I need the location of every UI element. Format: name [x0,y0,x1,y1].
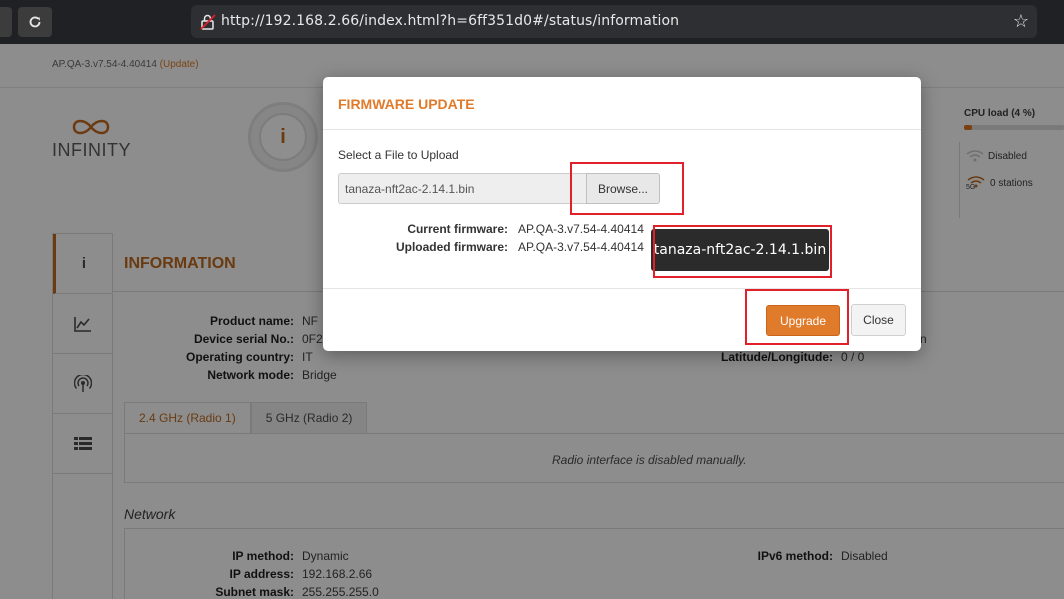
firmware-update-modal: FIRMWARE UPDATE Select a File to Upload … [323,77,921,351]
reload-button[interactable] [18,7,52,37]
sidebar-item-statistics[interactable] [53,294,112,354]
wifi-5g-badge: 5G [966,184,976,191]
sidebar-item-information[interactable]: i [53,234,112,294]
ipv6-method-row: IPv6 method: Disabled [757,549,888,563]
logo-text: INFINITY [52,140,131,160]
serial-row: Device serial No.: 0F2 [193,332,323,346]
current-firmware-row: Current firmware: AP.QA-3.v7.54-4.40414 [407,222,644,236]
ip-method-row: IP method: Dynamic [232,549,349,563]
tab-radio-2[interactable]: 5 GHz (Radio 2) [250,402,368,434]
list-icon [73,436,92,450]
subnet-row: Subnet mask: 255.255.255.0 [215,585,379,599]
back-button[interactable] [0,7,12,37]
firmware-version: AP.QA-3.v7.54-4.40414 (Update) [52,59,199,70]
modal-footer-divider [323,288,921,289]
network-section-title: Network [124,506,176,522]
bookmark-star-icon[interactable]: ☆ [1013,11,1029,32]
cpu-load-fill [964,125,972,130]
filename-tooltip: tanaza-nft2ac-2.14.1.bin [651,229,829,271]
sidebar: i [52,233,113,599]
chart-icon [73,316,91,332]
uploaded-firmware-row: Uploaded firmware: AP.QA-3.v7.54-4.40414 [395,240,644,254]
modal-header: FIRMWARE UPDATE [323,77,921,130]
network-mode-row: Network mode: Bridge [207,368,337,382]
url-text: http://192.168.2.66/index.html?h=6ff351d… [221,13,680,29]
section-title: INFORMATION [124,255,236,272]
wifi-5-status: 5G 0 stations [966,175,1033,191]
reload-icon [29,16,41,28]
radio-tabs: 2.4 GHz (Radio 1) 5 GHz (Radio 2) [124,402,368,434]
browse-button[interactable]: Browse... [586,173,660,204]
cpu-load-bar [964,125,1064,130]
country-row: Operating country: IT [185,350,313,364]
address-bar[interactable]: http://192.168.2.66/index.html?h=6ff351d… [191,5,1037,38]
product-name-row: Product name: NF [209,314,318,328]
broadcast-icon [73,374,92,392]
modal-title: FIRMWARE UPDATE [338,96,475,112]
status-divider [959,142,960,218]
insecure-lock-icon [200,14,216,30]
radio-disabled-message: Radio interface is disabled manually. [552,453,747,467]
select-file-label: Select a File to Upload [338,148,459,162]
info-icon: i [81,255,87,272]
ip-address-row: IP address: 192.168.2.66 [229,567,373,581]
cpu-load-label: CPU load (4 %) [964,108,1036,119]
wifi-icon [966,150,984,162]
tab-radio-1[interactable]: 2.4 GHz (Radio 1) [124,402,251,434]
wifi-24-status: Disabled [966,150,1027,162]
info-icon: i [259,113,307,161]
sidebar-item-list[interactable] [53,414,112,474]
partial-value: n [920,332,927,346]
info-status-circle: i [248,102,318,172]
file-path-input[interactable]: tanaza-nft2ac-2.14.1.bin [338,173,586,204]
sidebar-item-wireless[interactable] [53,354,112,414]
infinity-logo-icon [72,119,110,135]
update-link[interactable]: (Update) [160,59,199,70]
upgrade-button[interactable]: Upgrade [766,305,840,336]
latlng-row: Latitude/Longitude: 0 / 0 [721,350,865,364]
close-button[interactable]: Close [851,304,906,336]
browser-toolbar: http://192.168.2.66/index.html?h=6ff351d… [0,0,1064,44]
